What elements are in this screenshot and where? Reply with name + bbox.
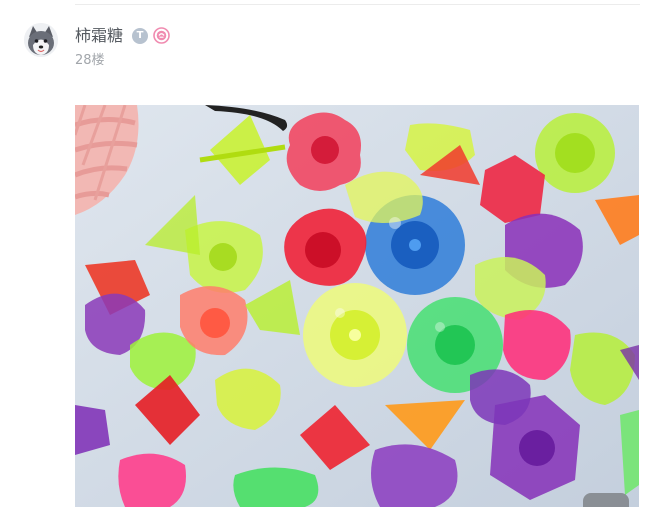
- author-name[interactable]: 柿霜糖: [75, 25, 123, 47]
- husky-avatar-icon: [24, 23, 58, 57]
- post-image[interactable]: [75, 105, 639, 507]
- flower-badge-icon[interactable]: [153, 27, 170, 44]
- floor-number: 28楼: [75, 53, 105, 68]
- top-divider: [75, 4, 640, 5]
- level-badge-icon[interactable]: T: [132, 28, 148, 44]
- user-avatar[interactable]: [24, 23, 58, 57]
- image-overlay-badge[interactable]: [583, 493, 629, 507]
- spinning-tops-photo: [75, 105, 639, 507]
